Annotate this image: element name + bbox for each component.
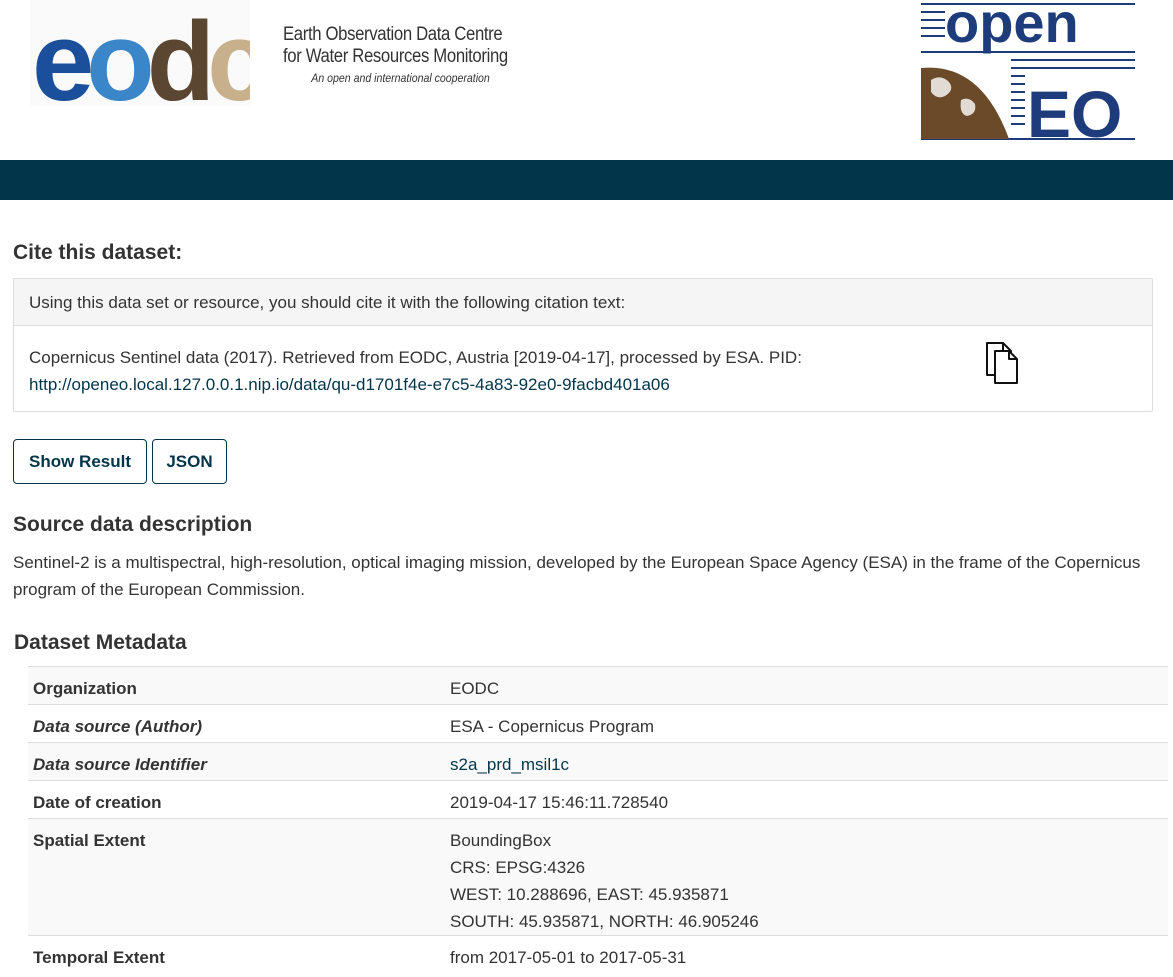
metadata-value-author: ESA - Copernicus Program: [445, 704, 1168, 743]
metadata-value-temporal: from 2017-05-01 to 2017-05-31: [445, 935, 1168, 973]
citation-link[interactable]: http://openeo.local.127.0.0.1.nip.io/dat…: [29, 375, 670, 394]
eodc-tagline-line1: Earth Observation Data Centre: [283, 24, 503, 45]
metadata-key-temporal: Temporal Extent: [28, 935, 445, 973]
table-row: Data source Identifier s2a_prd_msil1c: [28, 742, 1168, 781]
source-description-text: Sentinel-2 is a multispectral, high-reso…: [13, 553, 1141, 599]
spatial-line: SOUTH: 45.935871, NORTH: 46.905246: [450, 912, 759, 931]
metadata-key-organization: Organization: [28, 666, 445, 705]
json-button[interactable]: JSON: [152, 439, 227, 484]
metadata-key-date: Date of creation: [28, 780, 445, 819]
copy-icon[interactable]: [979, 341, 1019, 385]
metadata-key-author: Data source (Author): [28, 704, 445, 743]
citation-text: Copernicus Sentinel data (2017). Retriev…: [29, 348, 802, 367]
table-row: Spatial Extent BoundingBox CRS: EPSG:432…: [28, 818, 1168, 936]
table-row: Date of creation 2019-04-17 15:46:11.728…: [28, 780, 1168, 819]
spatial-line: WEST: 10.288696, EAST: 45.935871: [450, 885, 729, 904]
eodc-tagline-line2: for Water Resources Monitoring: [283, 46, 508, 67]
citation-instruction: Using this data set or resource, you sho…: [14, 279, 1152, 326]
citation-body: Copernicus Sentinel data (2017). Retriev…: [14, 326, 1152, 398]
svg-text:eodc: eodc: [32, 0, 250, 106]
metadata-value-spatial: BoundingBox CRS: EPSG:4326 WEST: 10.2886…: [445, 818, 1168, 936]
eodc-logo[interactable]: eodc: [30, 0, 250, 106]
metadata-table: Organization EODC Data source (Author) E…: [28, 666, 1168, 973]
eodc-tagline: Earth Observation Data Centre for Water …: [283, 24, 508, 86]
table-row: Temporal Extent from 2017-05-01 to 2017-…: [28, 935, 1168, 973]
citation-panel: Using this data set or resource, you sho…: [13, 278, 1153, 412]
metadata-value-organization: EODC: [445, 666, 1168, 705]
metadata-value-identifier-link[interactable]: s2a_prd_msil1c: [450, 755, 569, 774]
spatial-line: CRS: EPSG:4326: [450, 858, 586, 877]
source-description-title: Source data description: [13, 513, 253, 536]
metadata-key-identifier: Data source Identifier: [28, 742, 445, 781]
metadata-title: Dataset Metadata: [14, 631, 187, 654]
eodc-tagline-subline: An open and international cooperation: [311, 71, 490, 85]
site-header: eodc Earth Observation Data Centre for W…: [0, 0, 1173, 160]
svg-text:open: open: [945, 0, 1079, 54]
metadata-value-date: 2019-04-17 15:46:11.728540: [445, 780, 1168, 819]
metadata-key-spatial: Spatial Extent: [28, 818, 445, 936]
cite-title: Cite this dataset:: [13, 241, 183, 264]
table-row: Organization EODC: [28, 666, 1168, 705]
svg-text:EO: EO: [1027, 77, 1122, 142]
spatial-line: BoundingBox: [450, 831, 552, 850]
header-banner: [0, 160, 1173, 200]
table-row: Data source (Author) ESA - Copernicus Pr…: [28, 704, 1168, 743]
openeo-logo[interactable]: open EO: [921, 0, 1135, 142]
show-result-button[interactable]: Show Result: [13, 439, 147, 484]
